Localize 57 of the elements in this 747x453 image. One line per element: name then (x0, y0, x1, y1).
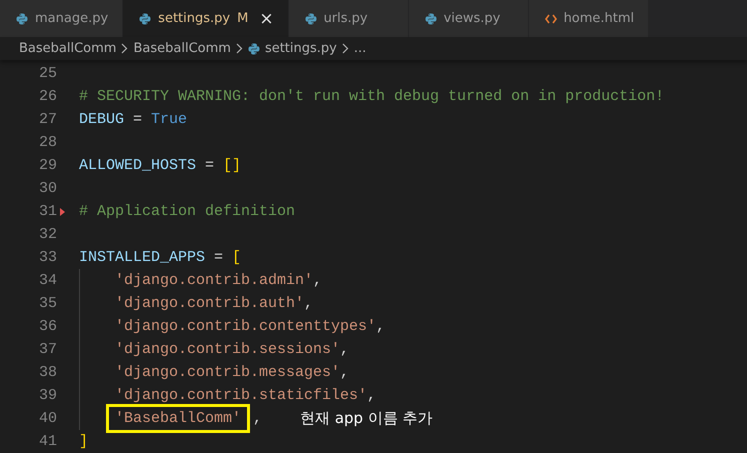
line-number: 32 (38, 226, 57, 243)
line-number: 34 (38, 272, 57, 289)
tab-label: urls.py (324, 11, 368, 26)
code-line: 'django.contrib.admin', (115, 272, 322, 289)
line-number: 37 (38, 341, 57, 358)
line-number: 27 (38, 111, 57, 128)
code-line: 'django.contrib.staticfiles', (115, 387, 376, 404)
close-icon[interactable]: × (259, 8, 274, 28)
line-number: 39 (38, 387, 57, 404)
code-line: 'django.contrib.sessions', (115, 341, 350, 358)
code-line: 'django.contrib.auth', (115, 295, 314, 312)
code-line: 'django.contrib.messages', (115, 364, 350, 381)
code-line: DEBUG = True (79, 111, 188, 128)
line-number: 36 (38, 318, 57, 335)
python-file-icon (139, 12, 152, 24)
chevron-right-icon (342, 43, 349, 54)
line-number: 38 (38, 364, 57, 381)
line-number: 28 (38, 134, 57, 151)
editor-tab[interactable]: manage.py (0, 0, 124, 37)
python-file-icon (248, 42, 260, 54)
line-number: 29 (38, 157, 57, 174)
python-file-icon (304, 12, 317, 24)
breadcrumb-item[interactable]: BaseballComm (19, 41, 116, 56)
chevron-right-icon (236, 43, 243, 54)
highlight-box: 'BaseballComm' (106, 404, 250, 433)
editor-tab[interactable]: settings.py M × (123, 0, 289, 37)
code-line: ALLOWED_HOSTS = [] (79, 157, 242, 174)
editor-tab[interactable]: urls.py (288, 0, 409, 37)
python-file-icon (424, 12, 437, 24)
line-number: 41 (38, 433, 57, 450)
line-number: 30 (38, 180, 57, 197)
editor-tab[interactable]: home.html (528, 0, 650, 37)
breadcrumb-item[interactable]: BaseballComm (133, 41, 231, 56)
code-line: INSTALLED_APPS = [ (79, 249, 242, 266)
breadcrumb-item[interactable]: ... (354, 41, 366, 56)
line-number: 40 (38, 410, 57, 427)
line-number: 35 (38, 295, 57, 312)
tab-label: home.html (564, 11, 634, 26)
line-number: 31 (38, 203, 57, 220)
line-number: 26 (38, 88, 57, 105)
code-line: ] (79, 433, 88, 450)
line-number: 33 (38, 249, 57, 266)
editor-tab[interactable]: views.py (408, 0, 529, 37)
code-line: 'django.contrib.contenttypes', (115, 318, 386, 335)
tab-label: views.py (444, 11, 500, 26)
code-brackets-icon (544, 14, 557, 24)
code-text: , (253, 410, 262, 427)
modified-indicator: M (237, 11, 248, 26)
code-line: # SECURITY WARNING: don't run with debug turned on in production! (79, 88, 664, 105)
breadcrumb-item[interactable]: settings.py (264, 41, 337, 56)
code-line: # Application definition (79, 203, 296, 220)
python-file-icon (16, 12, 28, 24)
tab-label: settings.py (158, 11, 230, 26)
chevron-right-icon (121, 43, 128, 54)
annotation-text: 현재 app 이름 추가 (300, 409, 433, 428)
line-number: 25 (38, 65, 57, 82)
tab-label: manage.py (35, 11, 108, 26)
